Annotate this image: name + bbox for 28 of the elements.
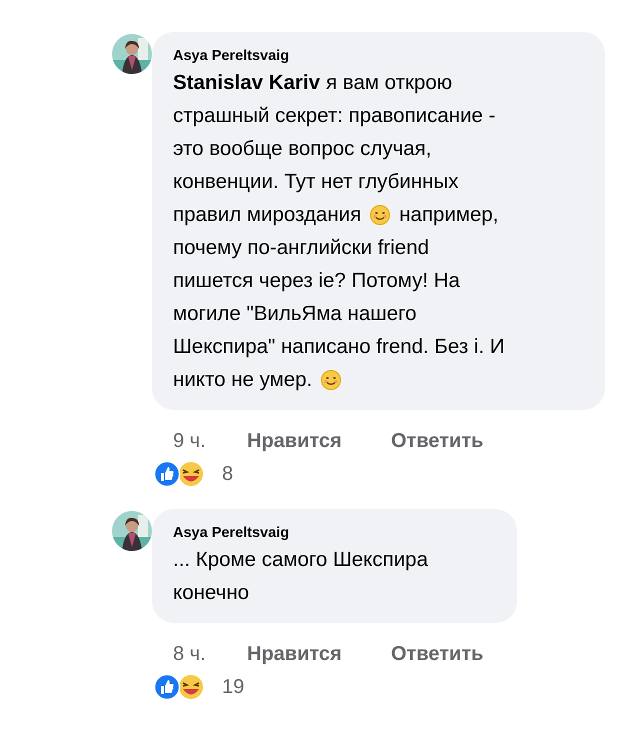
mention-link[interactable]: Stanislav Kariv xyxy=(173,66,320,99)
comment-text: никто не умер. xyxy=(173,367,312,393)
smiley-icon xyxy=(370,204,390,224)
reaction-icons[interactable] xyxy=(154,674,206,700)
smiley-icon xyxy=(321,370,342,390)
like-link[interactable]: Нравится xyxy=(247,641,391,667)
comment-text: конвенции. Тут нет глубинных xyxy=(173,169,458,195)
comment-text: это вообще вопрос случая, xyxy=(173,136,432,162)
comment-text: пишется через ie? Потому! На xyxy=(173,268,460,294)
author-name[interactable]: Asya Pereltsvaig xyxy=(173,46,585,66)
comment-text: конечно xyxy=(173,580,250,606)
author-name[interactable]: Asya Pereltsvaig xyxy=(173,523,497,543)
reaction-count: 8 xyxy=(222,462,234,487)
comment-text: Шекспира" написано frend. Без i. И xyxy=(173,334,505,360)
timestamp: 8 ч. xyxy=(173,642,207,667)
comment-text: могиле "ВильЯма нашего xyxy=(173,301,417,327)
comment-text: я вам открою xyxy=(326,70,452,96)
like-link[interactable]: Нравится xyxy=(247,428,391,454)
comment-text: ... Кроме самого Шекспира xyxy=(173,547,428,573)
reaction-icons[interactable] xyxy=(154,461,206,487)
comment-text: страшный секрет: правописание - xyxy=(173,103,496,129)
reaction-count: 19 xyxy=(222,675,244,700)
comment-text: почему по-английски friend xyxy=(173,235,429,261)
reply-link[interactable]: Ответить xyxy=(391,641,484,667)
comment-text: правил мироздания xyxy=(173,202,362,228)
comment-text: например, xyxy=(399,202,498,228)
timestamp: 9 ч. xyxy=(173,429,207,454)
reply-link[interactable]: Ответить xyxy=(391,428,484,454)
